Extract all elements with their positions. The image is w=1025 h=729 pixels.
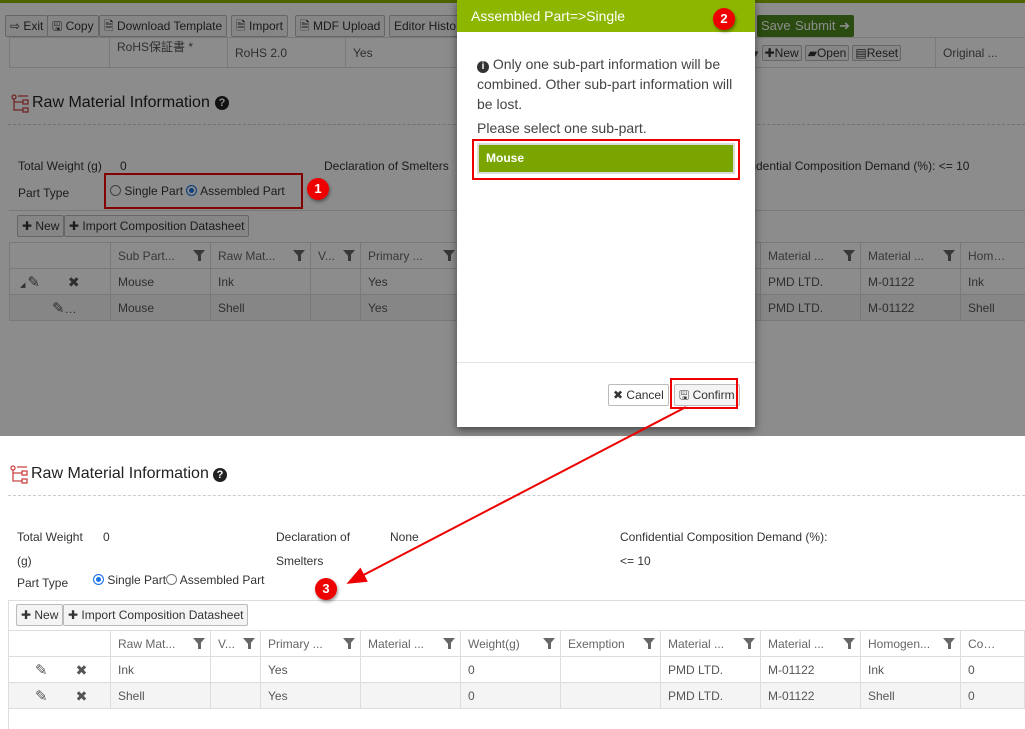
step-badge-3: 3 (315, 578, 337, 600)
arrow-line (346, 406, 687, 584)
annotation-arrow (346, 406, 687, 584)
